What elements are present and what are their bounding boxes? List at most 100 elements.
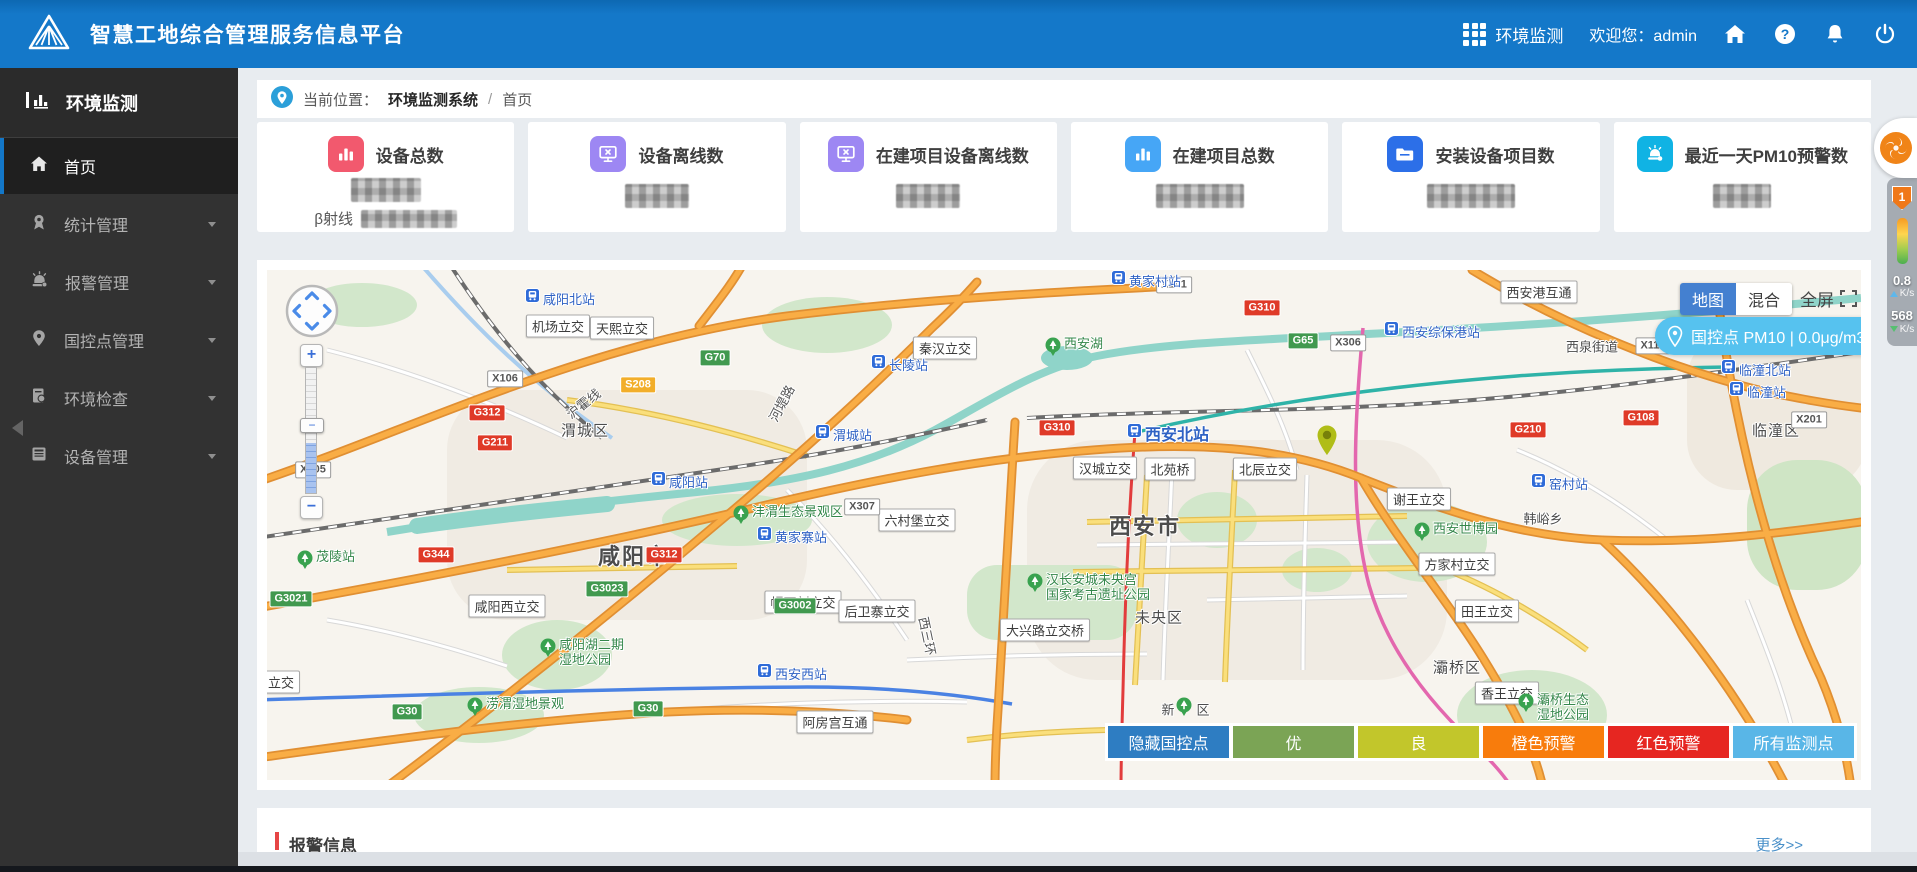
map-park-marker[interactable]: 西安世博园 xyxy=(1414,521,1499,546)
alarm-panel: 报警信息 更多>> xyxy=(257,808,1871,856)
breadcrumb-current[interactable]: 首页 xyxy=(502,89,532,110)
location-pin-icon xyxy=(271,86,293,112)
park-pin-icon xyxy=(1518,693,1534,717)
map-park-marker[interactable]: 咸阳湖二期 湿地公园 xyxy=(540,637,624,668)
map-road-badge: G211 xyxy=(476,434,514,452)
stat-card-value-censored xyxy=(800,184,1057,208)
net-speed-widget[interactable]: 1 0.8 K/s 568 K/s xyxy=(1887,178,1917,346)
home-icon xyxy=(30,155,48,178)
window-bottom-edge xyxy=(0,866,1917,872)
map-road-badge: S208 xyxy=(620,376,656,394)
security-shield-badge: 1 xyxy=(1892,186,1912,210)
sidebar-item-label: 统计管理 xyxy=(64,218,129,235)
sidebar-item-label: 国控点管理 xyxy=(64,334,145,351)
stats-icon xyxy=(30,213,48,236)
sidebar-item-alarm[interactable]: 报警管理 xyxy=(0,254,238,310)
map-park-marker[interactable]: 沣渭生态景观区 xyxy=(733,504,843,529)
map-station-marker[interactable]: 西安综保港站 xyxy=(1384,321,1480,341)
app-logo-icon xyxy=(28,14,70,55)
map-road-badge: G30 xyxy=(632,700,664,718)
metro-station-icon xyxy=(815,424,830,444)
zoom-out-button[interactable]: − xyxy=(300,496,323,519)
sidebar-item-stats[interactable]: 统计管理 xyxy=(0,196,238,252)
map-road-badge: G108 xyxy=(1622,409,1660,427)
map-station-marker[interactable]: 黄家寨站 xyxy=(757,526,827,546)
sidebar-item-env-check[interactable]: 环境检查 xyxy=(0,370,238,426)
metro-station-icon xyxy=(1384,321,1399,341)
sidebar-collapse-toggle[interactable] xyxy=(12,420,23,436)
map-park-marker[interactable]: 灞桥生态 湿地公园 xyxy=(1518,692,1589,723)
home-icon[interactable] xyxy=(1723,22,1747,46)
horizontal-scrollbar[interactable] xyxy=(0,852,1917,866)
layer-hybrid-button[interactable]: 混合 xyxy=(1736,283,1793,315)
stat-card-project-device-offline: 在建项目设备离线数 xyxy=(799,122,1057,232)
app-header: 智慧工地综合管理服务信息平台 环境监测 欢迎您：admin ? xyxy=(0,0,1917,68)
map-station-marker[interactable]: 咸阳站 xyxy=(651,471,708,491)
zoom-track[interactable]: − xyxy=(300,367,324,494)
sidebar-item-home[interactable]: 首页 xyxy=(0,138,238,194)
metro-station-icon xyxy=(1111,270,1126,290)
zoom-slider-handle[interactable]: − xyxy=(300,418,324,433)
app-switcher[interactable]: 环境监测 xyxy=(1463,22,1563,47)
map-station-marker[interactable]: 渭城站 xyxy=(815,424,872,444)
map-road-badge: G210 xyxy=(1509,421,1547,439)
fullscreen-button[interactable]: 全屏 xyxy=(1800,286,1857,311)
park-pin-icon xyxy=(1027,573,1043,597)
map-road-badge: G65 xyxy=(1287,332,1319,350)
map-station-marker[interactable]: 黄家村站 xyxy=(1111,270,1181,290)
welcome-text: 欢迎您：admin xyxy=(1589,28,1697,45)
map-station-marker[interactable]: 临潼北站 xyxy=(1721,359,1791,379)
legend-button-red-alert[interactable]: 红色预警 xyxy=(1608,726,1729,758)
legend-button-good[interactable]: 良 xyxy=(1358,726,1479,758)
sidebar-item-device[interactable]: 设备管理 xyxy=(0,428,238,484)
map-city-label: 灞桥区 xyxy=(1432,659,1482,677)
legend-button-hide-gov-point[interactable]: 隐藏国控点 xyxy=(1108,726,1229,758)
map-road-name: 河堤路 xyxy=(766,382,798,425)
park-label: 茂陵站 xyxy=(316,549,356,564)
park-label: 西安世博园 xyxy=(1433,521,1499,536)
map-station-marker[interactable]: 窑村站 xyxy=(1531,473,1588,493)
map-station-marker[interactable]: 长陵站 xyxy=(871,354,928,374)
legend-button-all-points[interactable]: 所有监测点 xyxy=(1733,726,1854,758)
map-station-marker[interactable]: 咸阳北站 xyxy=(525,288,595,308)
map-station-marker[interactable]: 西安北站 xyxy=(1127,421,1209,445)
sidebar-title-icon xyxy=(26,91,52,114)
map-road-badge: X106 xyxy=(487,370,523,388)
map-road-badge: G70 xyxy=(699,349,731,367)
sidebar-item-gov-point[interactable]: 国控点管理 xyxy=(0,312,238,368)
swirl-icon xyxy=(1880,132,1912,164)
station-label: 咸阳北站 xyxy=(543,291,596,307)
map-station-marker[interactable]: 临潼站 xyxy=(1729,381,1786,401)
station-label: 临潼北站 xyxy=(1739,362,1792,378)
help-icon[interactable]: ? xyxy=(1773,22,1797,46)
chevron-down-icon xyxy=(208,395,216,401)
map-canvas[interactable]: 西安港互通 机场立交 天熙立交 秦汉立交 汉城立交 北苑桥 北辰立交 谢王立交 六村堡立交 咸阳西… xyxy=(267,270,1861,780)
map-junction-label: 方家村立交 xyxy=(1418,552,1496,576)
map-city-label: 未央区 xyxy=(1134,609,1184,627)
breadcrumb-system[interactable]: 环境监测系统 xyxy=(388,89,478,110)
metro-station-icon xyxy=(651,471,666,491)
map-park-marker[interactable]: 西安湖 xyxy=(1045,336,1103,361)
breadcrumb-label: 当前位置： xyxy=(303,91,379,109)
chevron-down-icon xyxy=(208,279,216,285)
legend-button-orange-alert[interactable]: 橙色预警 xyxy=(1483,726,1604,758)
map-pan-control[interactable] xyxy=(285,284,339,343)
monitor-point-pin[interactable] xyxy=(1315,424,1339,461)
map-park-marker[interactable]: 涝渭湿地景观 xyxy=(467,696,564,721)
map-road-name: 沪霍线 xyxy=(563,385,604,422)
sidebar-item-label: 报警管理 xyxy=(65,276,130,293)
park-pin-icon xyxy=(1045,337,1061,361)
map-park-marker[interactable] xyxy=(1176,697,1192,721)
station-label: 长陵站 xyxy=(889,357,929,373)
map-road-badge: X307 xyxy=(844,498,880,516)
zoom-in-button[interactable]: + xyxy=(300,344,323,367)
map-station-marker[interactable]: 西安西站 xyxy=(757,663,827,683)
browser-widget-button[interactable] xyxy=(1874,118,1917,178)
power-icon[interactable] xyxy=(1873,22,1897,46)
park-pin-icon xyxy=(733,505,749,529)
map-park-marker[interactable]: 茂陵站 xyxy=(297,549,356,574)
map-park-marker[interactable]: 汉长安城未央宫 国家考古遗址公园 xyxy=(1027,572,1150,603)
layer-map-button[interactable]: 地图 xyxy=(1680,283,1737,315)
legend-button-excellent[interactable]: 优 xyxy=(1233,726,1354,758)
bell-icon[interactable] xyxy=(1823,22,1847,46)
